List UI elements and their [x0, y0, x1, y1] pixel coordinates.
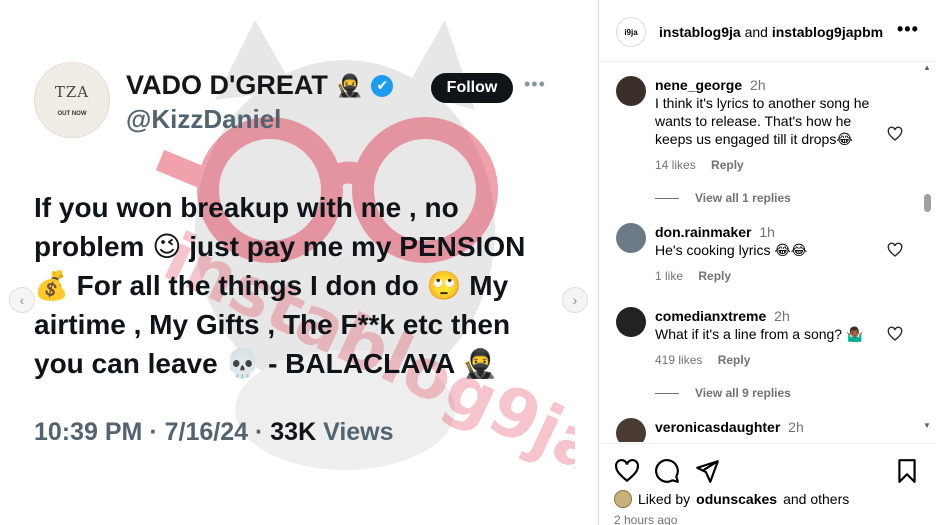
liked-by-prefix: Liked by	[638, 491, 691, 507]
previous-image-button[interactable]: ‹	[9, 287, 35, 313]
comment-time: 2h	[750, 77, 766, 93]
tweet-follow-button[interactable]: Follow	[431, 73, 513, 103]
comment-body: comedianxtreme 2h What if it's a line fr…	[655, 307, 881, 369]
reply-button[interactable]: Reply	[718, 353, 751, 367]
comment-time: 2h	[788, 419, 804, 435]
view-replies-label: View all 9 replies	[695, 386, 791, 400]
tweet-text: If you won breakup with me , no problem …	[34, 192, 526, 379]
coauthor-username[interactable]: instablog9japbm	[772, 24, 883, 40]
post-authors: instablog9ja and instablog9japbm	[659, 24, 883, 40]
replies-line	[655, 197, 679, 199]
heart-icon[interactable]	[887, 326, 903, 342]
tweet-time: 10:39 PM	[34, 418, 143, 446]
author-avatar[interactable]: i9ja	[616, 17, 646, 47]
authors-conjunction: and	[744, 24, 768, 40]
comment-body: don.rainmaker 1h He's cooking lyrics 😂😂 …	[655, 223, 881, 285]
heart-icon[interactable]	[887, 242, 903, 258]
reply-button[interactable]: Reply	[698, 269, 731, 283]
commenter-avatar[interactable]	[616, 76, 646, 106]
ninja-emoji: 🥷	[335, 72, 364, 98]
meta-separator: ·	[255, 418, 271, 446]
author-username[interactable]: instablog9ja	[659, 24, 741, 40]
comment-likes[interactable]: 419 likes	[655, 353, 702, 367]
comment-meta: 419 likes Reply	[655, 351, 881, 369]
replies-line	[655, 392, 679, 394]
commenter-username[interactable]: veronicasdaughter	[655, 419, 780, 435]
tweet-author-name-text: VADO D'GREAT	[126, 70, 328, 100]
meta-separator: ·	[149, 418, 165, 446]
verified-badge-icon: ✔	[371, 74, 394, 97]
commenter-avatar[interactable]	[616, 307, 646, 337]
comment-time: 1h	[759, 224, 775, 240]
tweet-views-count: 33K	[270, 418, 317, 446]
next-image-button[interactable]: ›	[562, 287, 588, 313]
comments-scrollbar[interactable]: ▲ ▼	[920, 63, 934, 441]
comment-likes[interactable]: 1 like	[655, 269, 683, 283]
commenter-avatar[interactable]	[616, 418, 646, 442]
tweet-avatar[interactable]: TZA OUT NOW	[34, 62, 110, 138]
tweet-more-icon[interactable]: •••	[524, 74, 546, 95]
comments-list: nene_george 2h I think it's lyrics to an…	[600, 63, 922, 442]
tweet-date: 7/16/24	[164, 418, 249, 446]
commenter-username[interactable]: don.rainmaker	[655, 224, 751, 240]
commenter-username[interactable]: nene_george	[655, 77, 742, 93]
liker-username[interactable]: odunscakes	[696, 491, 777, 507]
comment-body: veronicasdaughter 2h	[655, 418, 881, 436]
comment-text: What if it's a line from a song? 🤷🏾‍♂️	[655, 326, 864, 342]
commenter-username[interactable]: comedianxtreme	[655, 308, 766, 324]
tweet-views-label: Views	[323, 418, 394, 446]
comment-icon[interactable]	[654, 458, 680, 484]
post-media: instablog9ja TZA OUT NOW VADO D'GREAT 🥷 …	[0, 0, 599, 525]
reply-button[interactable]: Reply	[711, 158, 744, 172]
liked-by-suffix[interactable]: and others	[783, 491, 849, 507]
comment-time: 2h	[774, 308, 790, 324]
tweet-author-name[interactable]: VADO D'GREAT 🥷 ✔	[126, 70, 394, 101]
liked-by: Liked by odunscakes and others	[614, 490, 849, 508]
like-heart-icon[interactable]	[614, 458, 640, 484]
commenter-avatar[interactable]	[616, 223, 646, 253]
comment-likes[interactable]: 14 likes	[655, 158, 696, 172]
comment-meta: 14 likes Reply	[655, 156, 881, 174]
comment-text: I think it's lyrics to another song he w…	[655, 95, 870, 147]
tweet-avatar-caption: OUT NOW	[57, 111, 87, 117]
more-options-icon[interactable]: •••	[897, 19, 919, 40]
bookmark-icon[interactable]	[894, 458, 920, 484]
scroll-up-icon[interactable]: ▲	[923, 63, 931, 72]
comment-text: He's cooking lyrics 😂😂	[655, 242, 808, 258]
view-replies-button[interactable]: View all 9 replies	[655, 386, 791, 400]
tweet-author-handle[interactable]: @KizzDaniel	[126, 104, 281, 135]
liker-avatar[interactable]	[614, 490, 632, 508]
post-actions: Liked by odunscakes and others 2 hours a…	[600, 443, 936, 525]
comment-meta: 1 like Reply	[655, 267, 881, 285]
view-replies-label: View all 1 replies	[695, 191, 791, 205]
share-icon[interactable]	[694, 458, 720, 484]
tweet-meta: 10:39 PM · 7/16/24 · 33K Views	[34, 418, 394, 447]
post-header: i9ja instablog9ja and instablog9japbm ••…	[600, 0, 936, 62]
post-sidebar: i9ja instablog9ja and instablog9japbm ••…	[600, 0, 936, 525]
view-replies-button[interactable]: View all 1 replies	[655, 191, 791, 205]
post-time-ago: 2 hours ago	[614, 513, 678, 525]
tweet-avatar-logo: TZA	[54, 83, 90, 101]
heart-icon[interactable]	[887, 126, 903, 142]
scroll-thumb[interactable]	[924, 194, 931, 212]
comment-body: nene_george 2h I think it's lyrics to an…	[655, 76, 881, 174]
scroll-down-icon[interactable]: ▼	[923, 421, 931, 430]
